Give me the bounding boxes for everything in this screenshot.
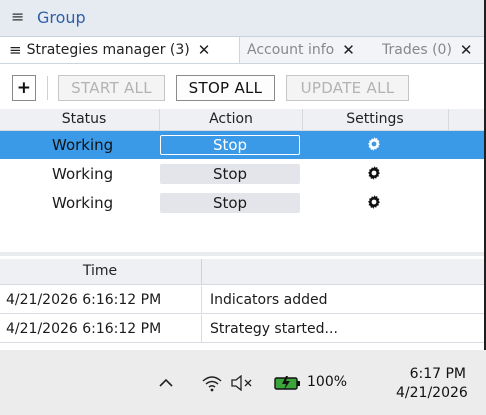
battery-charging-icon[interactable] — [274, 373, 302, 393]
stop-strategy-button[interactable]: Stop — [160, 135, 300, 155]
column-header-settings[interactable]: Settings — [302, 111, 448, 127]
gear-icon[interactable] — [366, 165, 382, 181]
stop-strategy-button[interactable]: Stop — [160, 193, 300, 213]
column-header-time[interactable]: Time — [0, 263, 200, 279]
panel-splitter[interactable] — [0, 252, 484, 256]
close-icon[interactable]: ✕ — [198, 41, 211, 59]
volume-muted-icon[interactable] — [231, 373, 253, 393]
taskbar: 100% 6:17 PM 4/21/2026 — [0, 350, 486, 415]
add-strategy-button[interactable]: + — [12, 75, 36, 101]
log-header: Time — [0, 259, 484, 285]
clock-date: 4/21/2026 — [396, 385, 468, 401]
tab-strategies-manager[interactable]: ≡ Strategies manager (3) ✕ — [0, 37, 240, 63]
group-title[interactable]: Group — [37, 8, 86, 27]
tab-label: Strategies manager (3) — [26, 42, 190, 58]
toolbar: + START ALL STOP ALL UPDATE ALL — [0, 64, 484, 109]
group-header: ≡ Group — [0, 0, 484, 37]
close-icon[interactable]: ✕ — [342, 41, 355, 59]
strategies-grid-header: Status Action Settings — [0, 109, 484, 131]
gear-icon[interactable] — [366, 136, 382, 152]
status-cell: Working — [52, 194, 114, 212]
stop-all-button[interactable]: STOP ALL — [176, 75, 275, 101]
column-divider — [201, 315, 202, 343]
table-row[interactable]: Working Stop — [0, 160, 484, 188]
column-header-action[interactable]: Action — [160, 111, 302, 127]
column-divider[interactable] — [448, 109, 449, 131]
tab-label: Account info — [247, 42, 335, 58]
log-time: 4/21/2026 6:16:12 PM — [6, 292, 162, 308]
strategies-window: ≡ Group ≡ Strategies manager (3) ✕ Accou… — [0, 0, 486, 350]
toolbar-divider — [47, 76, 48, 100]
group-menu-icon[interactable]: ≡ — [11, 7, 24, 26]
table-row[interactable]: Working Stop — [0, 131, 484, 159]
tab-trades[interactable]: Trades (0) ✕ — [382, 37, 472, 63]
clock-time: 6:17 PM — [409, 366, 466, 382]
battery-percent: 100% — [307, 374, 348, 390]
wifi-icon[interactable] — [201, 373, 223, 393]
log-time: 4/21/2026 6:16:12 PM — [6, 321, 162, 337]
stop-strategy-button[interactable]: Stop — [160, 164, 300, 184]
tab-account-info[interactable]: Account info ✕ — [247, 37, 355, 63]
table-row[interactable]: Working Stop — [0, 189, 484, 217]
grid-empty-area — [0, 219, 484, 255]
tab-menu-icon[interactable]: ≡ — [9, 41, 22, 59]
status-cell: Working — [52, 165, 114, 183]
tab-label: Trades (0) — [382, 42, 452, 58]
system-clock[interactable]: 6:17 PM 4/21/2026 — [396, 365, 468, 403]
start-all-button[interactable]: START ALL — [58, 75, 165, 101]
log-row[interactable]: 4/21/2026 6:16:12 PM Indicators added — [0, 286, 484, 314]
log-message: Indicators added — [210, 292, 328, 308]
tab-bar: ≡ Strategies manager (3) ✕ Account info … — [0, 37, 484, 64]
column-header-status[interactable]: Status — [10, 111, 158, 127]
update-all-button[interactable]: UPDATE ALL — [286, 75, 409, 101]
gear-icon[interactable] — [366, 194, 382, 210]
show-hidden-icons-chevron-icon[interactable] — [159, 373, 173, 393]
close-icon[interactable]: ✕ — [460, 41, 473, 59]
column-divider — [201, 286, 202, 314]
log-row[interactable]: 4/21/2026 6:16:12 PM Strategy started... — [0, 315, 484, 343]
status-cell: Working — [52, 136, 114, 154]
column-divider[interactable] — [201, 259, 202, 285]
log-message: Strategy started... — [210, 321, 338, 337]
